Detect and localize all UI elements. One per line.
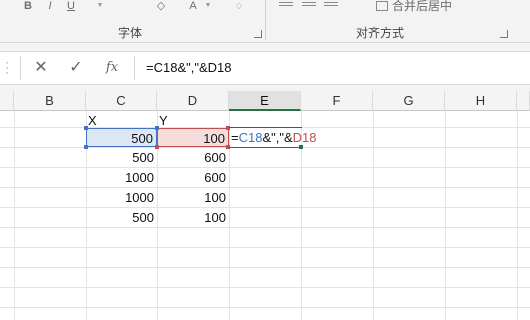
merge-icon [376,1,388,12]
ribbon: B I U ▼ ◇ A ▼ ♢ 合并后居中 字体 对齐方式 [0,0,530,43]
column-header-g[interactable]: G [373,91,445,111]
chevron-down-icon[interactable]: ▼ [204,0,212,12]
font-dialog-launcher-icon[interactable] [254,30,262,38]
cell-y-4[interactable]: 100 [157,188,229,207]
drag-handle-icon[interactable]: · · · [5,56,9,78]
column-header-c[interactable]: C [86,91,157,111]
cell-x-2[interactable]: 500 [86,148,157,167]
column-header-b[interactable]: B [14,91,86,111]
range-handle-icon[interactable] [84,145,88,149]
active-cell-border [229,147,302,148]
range-handle-icon[interactable] [155,145,159,149]
column-header-d[interactable]: D [157,91,229,111]
column-header-e[interactable]: E [229,91,301,111]
cell-y-2[interactable]: 600 [157,148,229,167]
bold-button[interactable]: B [22,0,34,12]
formula-input[interactable]: =C18&","&D18 [146,60,231,75]
divider [20,56,21,80]
align-top-icon[interactable] [279,2,293,10]
formula-ref-d: D18 [292,130,317,145]
cell-x-5[interactable]: 500 [86,208,157,227]
chevron-down-icon[interactable]: ▼ [96,0,104,12]
formula-bar-inner: · · · ✕ ✓ fx =C18&","&D18 [0,51,530,85]
cell-y-1[interactable]: 100 [157,128,229,147]
formula-operator: &","& [262,130,293,145]
range-handle-icon[interactable] [84,126,88,130]
column-header-i-partial[interactable] [517,91,530,111]
column-header-f[interactable]: F [301,91,373,111]
divider [134,56,135,80]
group-label-font: 字体 [118,26,143,40]
fill-color-button[interactable]: ◇ [150,0,172,12]
alignment-dialog-launcher-icon[interactable] [500,30,508,38]
font-color-button[interactable]: A [186,0,200,12]
cancel-icon[interactable]: ✕ [31,58,51,78]
column-header-a-partial[interactable] [0,91,14,111]
cell-y-5[interactable]: 100 [157,208,229,227]
formula-ref-c: C18 [238,130,263,145]
cell-grid[interactable]: X Y 500 100 500 600 1000 600 1000 100 50… [0,111,530,320]
merge-center-button[interactable]: 合并后居中 [376,0,506,12]
formula-equals: = [231,130,239,145]
insert-function-icon[interactable]: fx [102,58,122,78]
align-middle-icon[interactable] [302,2,316,10]
range-handle-icon[interactable] [155,126,159,130]
cell-y-3[interactable]: 600 [157,168,229,187]
cell-x-1[interactable]: 500 [86,128,157,147]
clear-format-button[interactable]: ♢ [232,0,246,12]
italic-button[interactable]: I [44,0,56,12]
active-cell-editor[interactable]: =C18&","&D18 [231,128,317,147]
cell-x-4[interactable]: 1000 [86,188,157,207]
cell-x-3[interactable]: 1000 [86,168,157,187]
group-divider [265,0,266,40]
column-header-h[interactable]: H [445,91,517,111]
formula-bar: · · · ✕ ✓ fx =C18&","&D18 [0,43,530,91]
align-bottom-icon[interactable] [324,2,338,10]
enter-icon[interactable]: ✓ [66,58,86,78]
group-label-alignment: 对齐方式 [356,26,405,40]
underline-button[interactable]: U [64,0,78,12]
